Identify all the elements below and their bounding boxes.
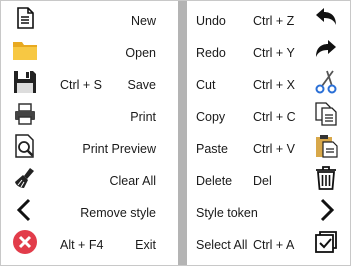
- undo-arrow-icon: [313, 5, 339, 37]
- scissors-icon: [313, 69, 339, 101]
- menu-item-label: New: [130, 14, 156, 28]
- menu-item-label: Remove style: [80, 206, 156, 220]
- trash-icon: [313, 165, 339, 197]
- redo-arrow-icon: [313, 37, 339, 69]
- menu-item-label: Paste: [196, 142, 228, 156]
- menu-item-cut[interactable]: Cut Ctrl + X: [187, 69, 350, 101]
- menu-item-shortcut: Ctrl + Y: [253, 46, 295, 60]
- menu-item-style-token[interactable]: Style token: [187, 197, 350, 229]
- menu-item-label: Select All: [196, 238, 248, 252]
- menu-item-label: Delete: [196, 174, 233, 188]
- menu-item-delete[interactable]: Delete Del: [187, 165, 350, 197]
- menu-item-open[interactable]: Open: [1, 37, 156, 69]
- select-all-icon: [313, 229, 339, 261]
- menu-item-label: Save: [127, 78, 157, 92]
- floppy-disk-icon: [12, 69, 38, 101]
- printer-icon: [12, 101, 38, 133]
- menu-item-remove-style[interactable]: Remove style: [1, 197, 156, 229]
- copy-icon: [313, 101, 339, 133]
- menu-item-shortcut: Alt + F4: [60, 238, 104, 252]
- menu-item-shortcut: Del: [253, 174, 272, 188]
- column-divider: [178, 1, 187, 265]
- menu-item-save[interactable]: Ctrl + S Save: [1, 69, 156, 101]
- close-circle-icon: [12, 229, 38, 261]
- menu-item-new[interactable]: New: [1, 5, 156, 37]
- menu-item-label: Open: [125, 46, 156, 60]
- menu-item-redo[interactable]: Redo Ctrl + Y: [187, 37, 350, 69]
- menu-item-undo[interactable]: Undo Ctrl + Z: [187, 5, 350, 37]
- menu-item-label: Copy: [196, 110, 226, 124]
- chevron-left-icon: [12, 197, 38, 229]
- menu-item-shortcut: Ctrl + Z: [253, 14, 295, 28]
- broom-icon: [12, 165, 38, 197]
- menu-item-shortcut: Ctrl + X: [253, 78, 296, 92]
- menu-item-label: Exit: [135, 238, 156, 252]
- menu-item-label: Print Preview: [82, 142, 156, 156]
- menu-item-shortcut: Ctrl + V: [253, 142, 296, 156]
- menu-item-label: Style token: [196, 206, 258, 220]
- menu-item-exit[interactable]: Alt + F4 Exit: [1, 229, 156, 261]
- menu-item-label: Undo: [196, 14, 226, 28]
- menu-item-print-preview[interactable]: Print Preview: [1, 133, 156, 165]
- menu-item-label: Cut: [196, 78, 216, 92]
- menu-item-label: Print: [130, 110, 156, 124]
- menu-item-label: Clear All: [109, 174, 156, 188]
- new-document-icon: [12, 5, 38, 37]
- context-menu: New Open Ctrl + S Save Print Print Previ…: [0, 0, 351, 266]
- clipboard-icon: [313, 133, 339, 165]
- menu-item-shortcut: Ctrl + S: [60, 78, 103, 92]
- print-preview-icon: [12, 133, 38, 165]
- menu-item-select-all[interactable]: Select All Ctrl + A: [187, 229, 350, 261]
- menu-item-paste[interactable]: Paste Ctrl + V: [187, 133, 350, 165]
- menu-item-shortcut: Ctrl + C: [253, 110, 296, 124]
- folder-icon: [12, 37, 38, 69]
- chevron-right-icon: [313, 197, 339, 229]
- menu-item-print[interactable]: Print: [1, 101, 156, 133]
- menu-item-label: Redo: [196, 46, 226, 60]
- menu-item-shortcut: Ctrl + A: [253, 238, 295, 252]
- menu-item-copy[interactable]: Copy Ctrl + C: [187, 101, 350, 133]
- menu-item-clear-all[interactable]: Clear All: [1, 165, 156, 197]
